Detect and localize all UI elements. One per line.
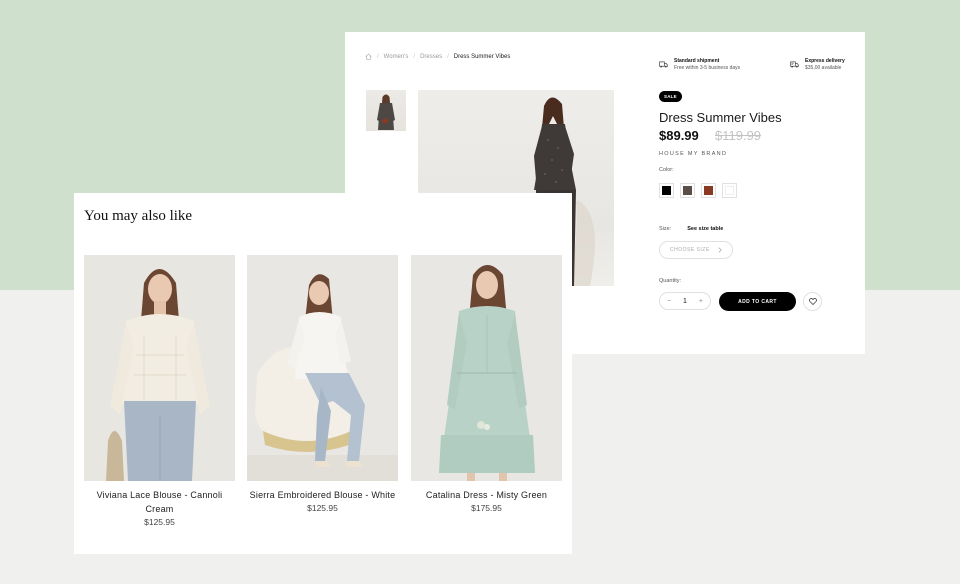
color-swatch-rust[interactable] [701, 183, 716, 198]
recommendations-panel: You may also like Viviana Lace Blouse - … [74, 193, 572, 554]
standard-shipment-info: Standard shipment Free within 3-5 busine… [659, 58, 740, 72]
color-swatch-black[interactable] [659, 183, 674, 198]
size-select-placeholder: CHOOSE SIZE [670, 247, 710, 253]
product-image[interactable] [84, 255, 235, 481]
quantity-stepper: − 1 + [659, 292, 711, 310]
size-label: Size: [659, 226, 672, 232]
recommendations-heading: You may also like [84, 208, 193, 224]
breadcrumb-current: Dress Summer Vibes [453, 53, 511, 60]
product-image[interactable] [247, 255, 398, 481]
color-swatches [659, 183, 737, 198]
product-image[interactable] [411, 255, 562, 481]
original-price: $119.99 [715, 128, 762, 143]
product-price: $125.95 [144, 517, 175, 527]
express-truck-icon [790, 61, 799, 68]
chevron-right-icon [718, 247, 722, 253]
product-price: $125.95 [307, 503, 338, 513]
breadcrumb-link[interactable]: Women's [384, 54, 409, 60]
size-table-link[interactable]: See size table [687, 226, 723, 232]
product-thumbnail[interactable] [366, 90, 406, 131]
quantity-label: Quantity: [659, 278, 682, 284]
truck-icon [659, 61, 668, 68]
product-title: Dress Summer Vibes [659, 110, 782, 125]
product-name[interactable]: Viviana Lace Blouse - Cannoli Cream [84, 488, 235, 516]
product-name[interactable]: Catalina Dress - Misty Green [411, 488, 562, 502]
express-delivery-info: Express delivery $35,00 available [790, 58, 845, 72]
color-swatch-taupe[interactable] [680, 183, 695, 198]
sale-badge: SALE [659, 91, 682, 102]
product-price: $89.99 [659, 128, 699, 143]
add-to-cart-button[interactable]: ADD TO CART [719, 292, 796, 311]
size-row: Size: See size table [659, 226, 723, 232]
product-price: $175.95 [471, 503, 502, 513]
brand-name: HOUSE MY BRAND [659, 151, 728, 157]
increase-button[interactable]: + [699, 298, 703, 305]
breadcrumb-link[interactable]: Dresses [420, 54, 442, 60]
product-card[interactable]: Catalina Dress - Misty Green $175.95 [411, 255, 562, 513]
product-card[interactable]: Sierra Embroidered Blouse - White $125.9… [247, 255, 398, 513]
home-icon[interactable] [365, 53, 372, 60]
wishlist-button[interactable] [803, 292, 822, 311]
color-label: Color: [659, 167, 674, 173]
size-select[interactable]: CHOOSE SIZE [659, 241, 733, 259]
decrease-button[interactable]: − [667, 298, 671, 305]
heart-icon [808, 298, 817, 305]
product-name[interactable]: Sierra Embroidered Blouse - White [247, 488, 398, 502]
quantity-value[interactable]: 1 [683, 298, 687, 305]
breadcrumb: / Women's / Dresses / Dress Summer Vibes [365, 53, 510, 60]
product-card[interactable]: Viviana Lace Blouse - Cannoli Cream $125… [84, 255, 235, 527]
color-swatch-white[interactable] [722, 183, 737, 198]
